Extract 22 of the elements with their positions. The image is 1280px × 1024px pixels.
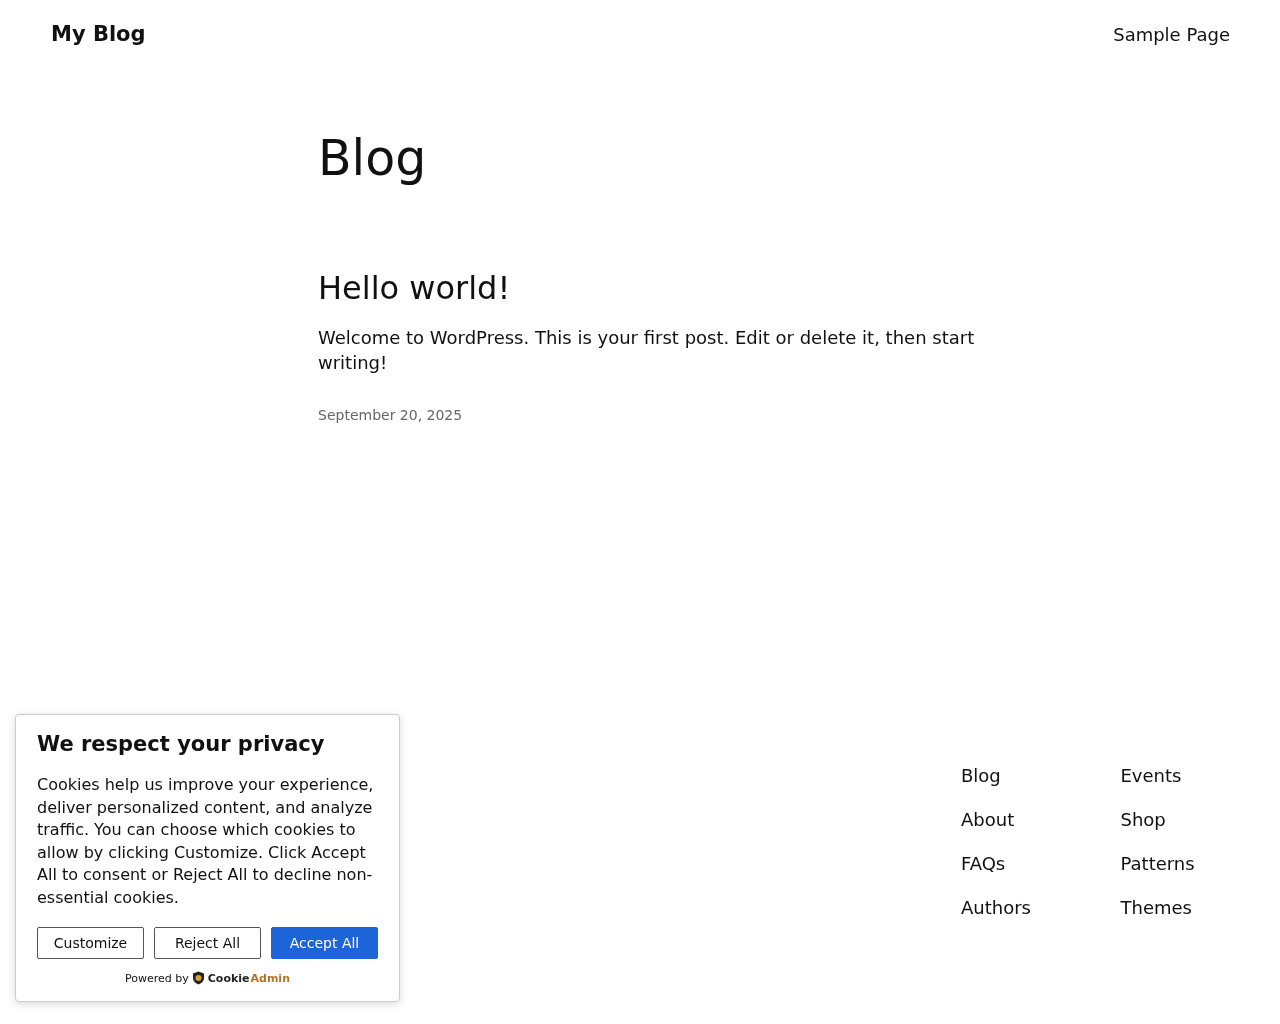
accept-button[interactable]: Accept All [271,927,378,959]
site-title[interactable]: My Blog [51,22,146,46]
banner-title: We respect your privacy [37,732,326,756]
outline-button[interactable]: Customize [37,927,144,959]
post-excerpt: Welcome to WordPress. This is your first post. Edit or delete it, then start writing! [318,326,976,375]
footer-link[interactable]: Patterns [1120,853,1195,874]
page-title: Blog [318,130,428,187]
footer-link[interactable]: Authors [961,897,1031,918]
post-date: September 20, 2025 [318,407,464,423]
footer-link[interactable]: Themes [1120,897,1192,918]
outline-button[interactable]: Reject All [154,927,261,959]
footer-link[interactable]: FAQs [961,853,1006,874]
footer-link[interactable]: Blog [961,765,1001,786]
nav-link[interactable]: Sample Page [1113,23,1230,45]
post-title[interactable]: Hello world! [318,269,511,307]
shield-icon [191,971,205,985]
footer-link[interactable]: About [961,809,1015,830]
footer-link[interactable]: Shop [1120,809,1166,830]
footer-link[interactable]: Events [1120,765,1182,786]
banner-text: Cookies help us improve your experience, deliver personalized content, and analyze traffic. You can choose which cookies to allow by clicking Customize. Click Accept All to consent or Reject All to decline non-essential cookies. [37,774,375,909]
powered-by-text: Powered by [125,971,189,985]
brand-wordmark[interactable]: CookieAdmin [207,971,290,985]
